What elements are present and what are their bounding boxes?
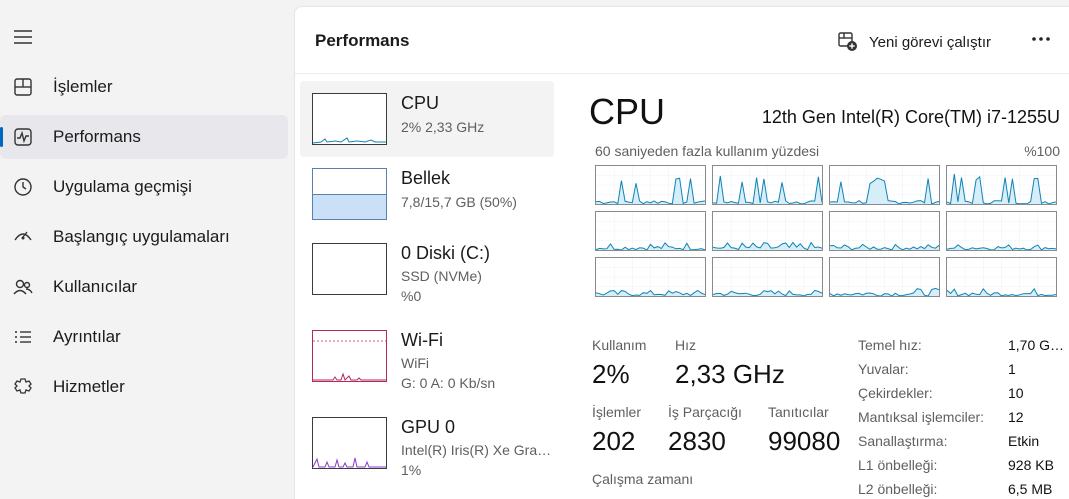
device-item-memory[interactable]: Bellek 7,8/15,7 GB (50%) — [300, 156, 554, 232]
nav-item-label: Performans — [53, 127, 141, 146]
detail-title: CPU — [589, 91, 666, 132]
logical-processor-graph — [712, 257, 823, 297]
uptime-label: Çalışma zamanı — [592, 471, 694, 487]
spec-label: Temel hız: — [858, 337, 922, 353]
gpu-thumbnail-graph — [312, 417, 387, 469]
hamburger-menu-icon[interactable] — [12, 26, 34, 48]
logical-processor-graph — [595, 211, 706, 251]
logical-processor-graph — [946, 211, 1057, 251]
run-new-task-label: Yeni görevi çalıştır — [869, 33, 992, 51]
logical-processor-graph — [595, 257, 706, 297]
spec-label: Çekirdekler: — [858, 385, 933, 401]
spec-value: 10 — [1008, 385, 1024, 401]
spec-label: Yuvalar: — [858, 361, 909, 377]
nav-item-services[interactable]: Hizmetler — [0, 365, 288, 409]
device-name: GPU 0 — [401, 417, 456, 437]
disk-thumbnail-graph — [312, 243, 387, 295]
main-panel: Performans Yeni görevi çalıştır CPU 2% 2… — [294, 6, 1069, 499]
handles-value: 99080 — [768, 426, 841, 456]
nav-item-label: Başlangıç uygulamaları — [53, 227, 230, 246]
nav-item-label: İşlemler — [53, 77, 113, 96]
cpu-thumbnail-graph — [312, 93, 387, 145]
logical-processor-graph — [712, 165, 823, 205]
device-stat: G: 0 A: 0 Kb/sn — [401, 375, 496, 391]
run-new-task-button[interactable]: Yeni görevi çalıştır — [837, 29, 991, 55]
services-icon — [14, 378, 32, 394]
spec-value: Etkin — [1008, 433, 1040, 449]
logical-processor-graph — [946, 257, 1057, 297]
users-icon — [13, 279, 33, 295]
logical-processor-graph — [712, 211, 823, 251]
spec-label: Mantıksal işlemciler: — [858, 409, 985, 425]
more-options-icon[interactable] — [1029, 27, 1053, 51]
history-icon — [14, 178, 32, 196]
device-stat: %0 — [401, 288, 422, 304]
nav-item-label: Uygulama geçmişi — [53, 177, 192, 196]
device-name: Wi-Fi — [401, 330, 443, 350]
device-name: 0 Diski (C:) — [401, 243, 490, 263]
processes-icon — [14, 78, 32, 96]
device-type: WiFi — [401, 355, 429, 371]
spec-label: L2 önbelleği: — [858, 481, 938, 497]
logical-processor-graph — [946, 165, 1057, 205]
spec-value: 1 — [1008, 361, 1016, 377]
device-stat: 2% 2,33 GHz — [401, 119, 485, 135]
logical-processor-graph — [829, 165, 940, 205]
nav-item-processes[interactable]: İşlemler — [0, 65, 288, 109]
nav-pane: İşlemler Performans Uygulama geçmişi Baş… — [0, 0, 293, 499]
details-icon — [15, 331, 31, 343]
device-item-wifi[interactable]: Wi-Fi WiFi G: 0 A: 0 Kb/sn — [300, 318, 554, 394]
nav-item-label: Ayrıntılar — [53, 327, 121, 346]
device-type: SSD (NVMe) — [401, 268, 482, 284]
nav-item-label: Hizmetler — [53, 377, 125, 396]
device-stat: 1% — [401, 462, 422, 478]
nav-item-users[interactable]: Kullanıcılar — [0, 265, 288, 309]
spec-value: 12 — [1008, 409, 1024, 425]
device-stat: 7,8/15,7 GB (50%) — [401, 194, 517, 210]
device-name: Bellek — [401, 168, 451, 188]
wifi-thumbnail-graph — [312, 330, 387, 382]
device-item-cpu[interactable]: CPU 2% 2,33 GHz — [300, 81, 554, 157]
usage-value: 2% — [592, 359, 630, 389]
logical-processor-graph — [829, 211, 940, 251]
header-divider — [295, 73, 1069, 74]
selection-indicator — [0, 127, 3, 147]
spec-value: 6,5 MB — [1008, 481, 1053, 497]
device-type: Intel(R) Iris(R) Xe Graphics — [401, 442, 553, 458]
nav-item-details[interactable]: Ayrıntılar — [0, 315, 288, 359]
cpu-model-name: 12th Gen Intel(R) Core(TM) i7-1255U — [761, 107, 1060, 127]
performance-icon — [14, 128, 32, 146]
memory-thumbnail-graph — [312, 168, 387, 220]
device-item-disk[interactable]: 0 Diski (C:) SSD (NVMe) %0 — [300, 231, 554, 307]
spec-label: Sanallaştırma: — [858, 433, 948, 449]
logical-processor-graph — [595, 165, 706, 205]
graph-max-label: %100 — [1024, 143, 1060, 159]
processes-value: 202 — [592, 426, 636, 456]
spec-label: L1 önbelleği: — [858, 457, 938, 473]
nav-item-app-history[interactable]: Uygulama geçmişi — [0, 165, 288, 209]
threads-value: 2830 — [668, 426, 726, 456]
device-item-gpu[interactable]: GPU 0 Intel(R) Iris(R) Xe Graphics 1% — [300, 405, 554, 481]
speed-label: Hız — [675, 337, 696, 353]
nav-item-startup-apps[interactable]: Başlangıç uygulamaları — [0, 215, 288, 259]
page-title: Performans — [315, 31, 410, 50]
speed-value: 2,33 GHz — [675, 359, 785, 389]
spec-value: 928 KB — [1008, 457, 1054, 473]
startup-icon — [14, 231, 32, 241]
graph-caption: 60 saniyeden fazla kullanım yüzdesi — [595, 143, 820, 159]
device-name: CPU — [401, 93, 440, 113]
logical-processor-graph — [829, 257, 940, 297]
new-task-icon — [838, 32, 857, 51]
usage-label: Kullanım — [592, 337, 647, 353]
threads-label: İş Parçacığı — [668, 404, 742, 420]
processes-label: İşlemler — [592, 404, 642, 420]
handles-label: Tanıtıcılar — [768, 404, 829, 420]
nav-item-performance[interactable]: Performans — [0, 115, 288, 159]
spec-value: 1,70 GHz — [1008, 337, 1066, 353]
nav-item-label: Kullanıcılar — [53, 277, 138, 296]
